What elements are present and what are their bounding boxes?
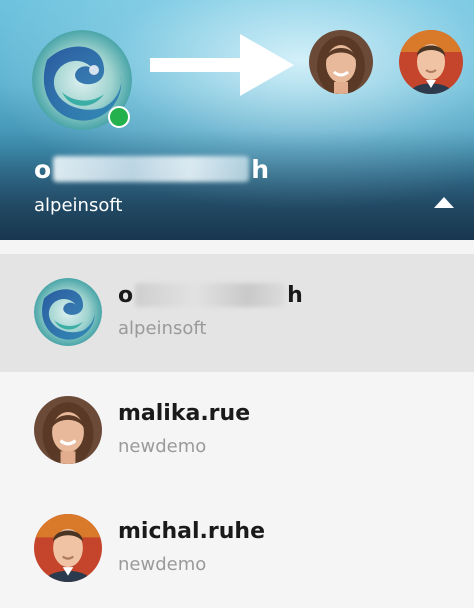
redacted-name-blur <box>135 283 286 307</box>
account-name: malika.rue <box>118 400 251 426</box>
account-list: o h alpeinsoft malika.rue newdemo michal… <box>0 254 474 608</box>
account-name-start: o <box>118 282 134 308</box>
online-status-icon <box>108 106 130 128</box>
account-org: alpeinsoft <box>118 318 207 339</box>
account-name: o h <box>118 280 303 310</box>
account-name-end: h <box>251 154 269 184</box>
account-avatar-swirl <box>34 278 102 346</box>
account-name-end: h <box>287 282 303 308</box>
account-name: michal.ruhe <box>118 518 266 544</box>
redacted-name-blur <box>53 156 250 182</box>
current-account-name: o h <box>34 152 269 186</box>
arrow-right-icon <box>150 34 294 96</box>
account-row-current[interactable]: o h alpeinsoft <box>0 254 474 372</box>
switch-account-malika-avatar[interactable] <box>309 30 373 94</box>
account-org: newdemo <box>118 554 207 575</box>
account-avatar-man <box>34 514 102 582</box>
current-account-org: alpeinsoft <box>34 195 123 216</box>
account-header: o h alpeinsoft <box>0 0 474 240</box>
account-name-start: o <box>34 154 52 184</box>
collapse-caret-icon[interactable] <box>434 196 454 208</box>
account-row-michal[interactable]: michal.ruhe newdemo <box>0 490 474 608</box>
account-row-malika[interactable]: malika.rue newdemo <box>0 372 474 490</box>
account-org: newdemo <box>118 436 207 457</box>
account-avatar-woman <box>34 396 102 464</box>
switch-account-michal-avatar[interactable] <box>399 30 463 94</box>
